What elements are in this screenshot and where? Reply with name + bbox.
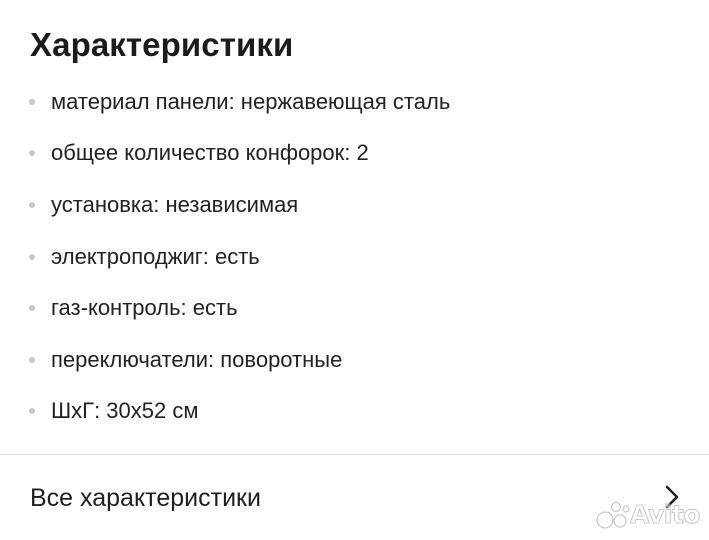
bullet-icon (29, 98, 35, 105)
bullet-icon (29, 150, 35, 157)
spec-text: установка: независимая (51, 191, 299, 217)
list-item: материал панели: нержавеющая сталь (0, 76, 709, 128)
bullet-icon (29, 253, 35, 260)
list-item: газ-контроль: есть (0, 282, 709, 334)
spec-text: ШхГ: 30x52 см (51, 398, 199, 424)
spec-text: материал панели: нержавеющая сталь (51, 88, 451, 114)
avito-watermark: Avito (596, 498, 701, 532)
spec-text: электроподжиг: есть (51, 243, 260, 269)
spec-text: газ-контроль: есть (51, 295, 238, 321)
bullet-icon (29, 305, 35, 312)
list-item: установка: независимая (0, 179, 709, 231)
list-item: общее количество конфорок: 2 (0, 128, 709, 180)
avito-watermark-text: Avito (630, 500, 701, 530)
page-title: Характеристики (30, 26, 294, 63)
bullet-icon (29, 356, 35, 363)
bullet-icon (29, 408, 35, 415)
list-item: ШхГ: 30x52 см (0, 386, 709, 438)
spec-text: общее количество конфорок: 2 (51, 140, 369, 166)
list-item: электроподжиг: есть (0, 231, 709, 283)
all-specs-label: Все характеристики (30, 484, 261, 512)
bullet-icon (29, 201, 35, 208)
list-item: переключатели: поворотные (0, 334, 709, 386)
avito-logo-icon (596, 501, 630, 529)
spec-list: материал панели: нержавеющая сталь общее… (0, 76, 709, 437)
spec-text: переключатели: поворотные (51, 346, 343, 372)
